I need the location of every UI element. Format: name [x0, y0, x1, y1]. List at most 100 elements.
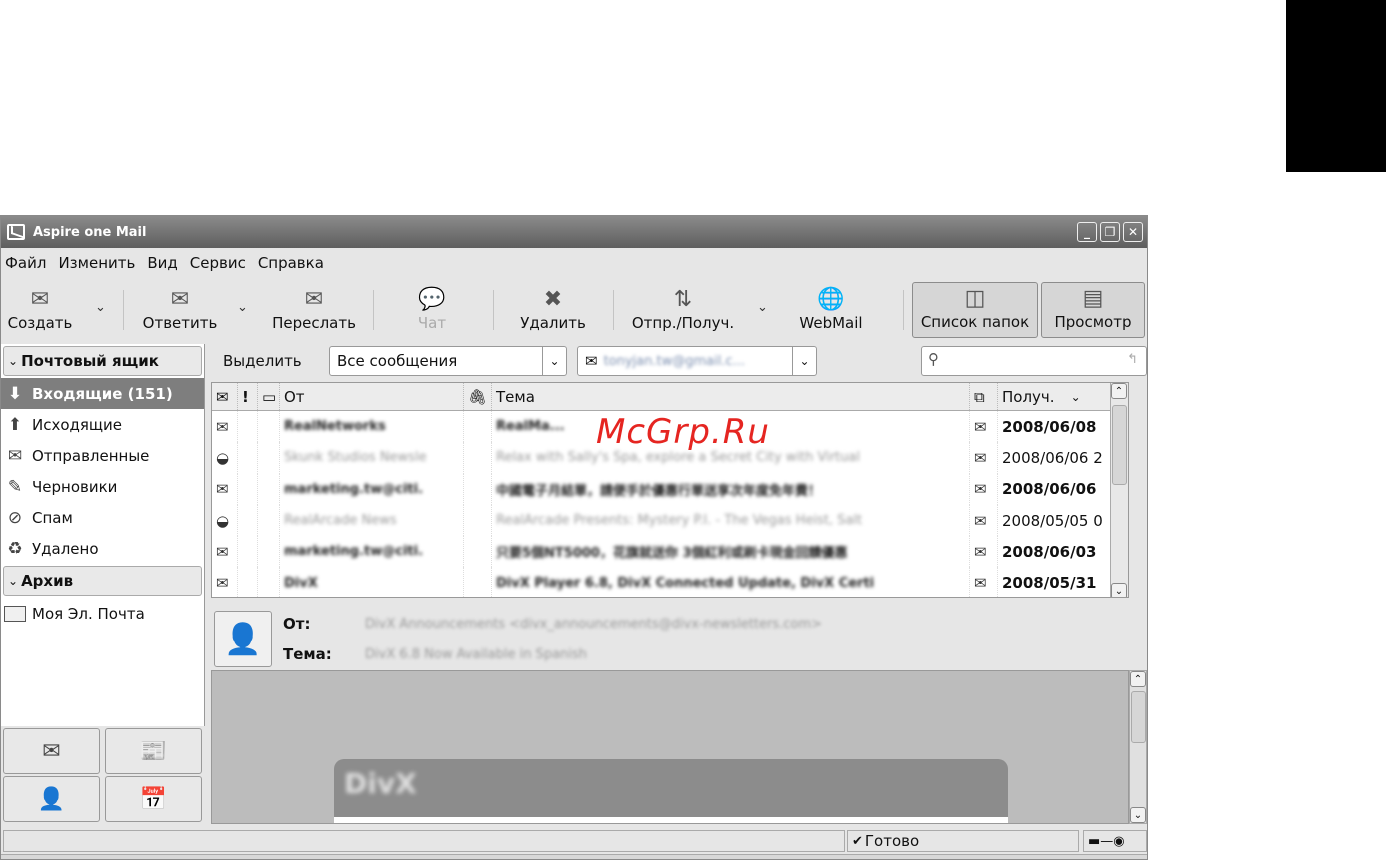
scroll-up-icon[interactable]: ⌃ — [1130, 671, 1146, 687]
restore-icon[interactable]: ❐ — [1100, 222, 1120, 242]
send-receive-dropdown-icon[interactable]: ⌄ — [757, 300, 768, 315]
outbox-icon: ⬆ — [7, 414, 23, 435]
folder-list-toggle[interactable]: ◫ Список папок — [912, 282, 1038, 338]
unread-envelope-icon: ✉ — [216, 542, 229, 561]
chat-icon: 💬 — [418, 287, 446, 312]
menu-tools[interactable]: Сервис — [190, 254, 246, 272]
priority-cell — [238, 442, 258, 474]
folder-icon — [4, 605, 26, 622]
status-bar: ✔ Готово ▬—◉ — [1, 828, 1147, 854]
close-icon[interactable]: ✕ — [1123, 222, 1143, 242]
create-button[interactable]: ✉ Создать — [5, 282, 75, 338]
unread-envelope-icon: ✉ — [216, 574, 229, 593]
create-dropdown-icon[interactable]: ⌄ — [95, 300, 106, 315]
clear-search-icon[interactable]: ↰ — [1127, 352, 1138, 367]
read-envelope-icon: ◒ — [216, 448, 230, 467]
menu-bar: Файл Изменить Вид Сервис Справка — [1, 248, 1147, 278]
reply-button[interactable]: ✉ Ответить — [135, 282, 225, 338]
subject-column-header[interactable]: Тема — [492, 383, 970, 410]
envelope-icon: ✉ — [974, 417, 987, 436]
read-column-header[interactable]: ⧉ — [970, 383, 998, 410]
received-column-header[interactable]: Получ. ⌄ — [998, 383, 1112, 410]
menu-view[interactable]: Вид — [147, 254, 177, 272]
black-block — [1286, 0, 1386, 172]
chevron-down-icon: ⌄ — [8, 354, 19, 368]
scroll-thumb[interactable] — [1131, 691, 1146, 743]
comment-cell — [258, 567, 280, 597]
send-receive-button[interactable]: ⇅ Отпр./Получ. — [623, 282, 743, 338]
chat-button[interactable]: 💬 Чат — [407, 282, 457, 338]
scroll-down-icon[interactable]: ⌄ — [1130, 807, 1146, 823]
sender-text: Skunk Studios Newsle — [284, 450, 427, 466]
send-receive-icon: ⇅ — [673, 287, 693, 312]
message-filter-select[interactable]: Все сообщения ⌄ — [329, 346, 567, 376]
table-row[interactable]: ◒ RealArcade News RealArcade Presents: Mys… — [212, 504, 1128, 537]
calendar-module-button[interactable]: 📅 — [105, 776, 202, 822]
add-contact-avatar[interactable]: 👤 — [214, 611, 272, 667]
reply-dropdown-icon[interactable]: ⌄ — [237, 300, 248, 315]
minimize-icon[interactable]: _ — [1077, 222, 1097, 242]
title-bar: Aspire one Mail _ ❐ ✕ — [1, 216, 1147, 248]
comment-cell — [258, 411, 280, 443]
archive-group-header[interactable]: ⌄ Архив — [3, 566, 202, 596]
news-module-button[interactable]: 📰 — [105, 728, 202, 774]
watermark: McGrp.Ru — [596, 412, 770, 452]
subject-value: DivX 6.8 Now Available in Spanish — [365, 647, 587, 662]
menu-edit[interactable]: Изменить — [58, 254, 135, 272]
status-column-header[interactable]: ✉ — [212, 383, 238, 410]
sidebar-item-trash[interactable]: ♻ Удалено — [1, 533, 204, 564]
table-row[interactable]: ✉ marketing.tw@citi. 只要5個NT5000，花旗就送你 3個紅利… — [212, 536, 1128, 568]
scroll-thumb[interactable] — [1112, 405, 1127, 485]
sidebar-item-my-mail[interactable]: Моя Эл. Почта — [1, 598, 204, 629]
preview-toggle[interactable]: ▤ Просмотр — [1041, 282, 1145, 338]
mail-window: Aspire one Mail _ ❐ ✕ Файл Изменить Вид … — [0, 215, 1148, 860]
envelope-icon: ✉ — [216, 387, 229, 406]
select-label: Выделить — [223, 352, 302, 370]
toolbar-separator — [493, 290, 494, 330]
webmail-button[interactable]: 🌐 WebMail — [791, 282, 871, 338]
priority-cell — [238, 567, 258, 597]
delete-icon: ✖ — [543, 287, 563, 312]
sender-text: DivX — [284, 575, 318, 591]
sidebar-item-drafts[interactable]: ✎ Черновики — [1, 471, 204, 502]
sidebar-item-sent[interactable]: ✉ Отправленные — [1, 440, 204, 471]
banner-strip — [334, 817, 1008, 823]
newsletter-banner: DivX — [334, 759, 1008, 823]
priority-column-header[interactable]: ! — [238, 383, 258, 410]
search-input[interactable]: ⚲ ↰ — [921, 346, 1147, 376]
envelope-icon: ✉ — [974, 448, 987, 467]
table-row[interactable]: ✉ marketing.tw@citi. 中國電子月結單，請便手於優惠行單送享次年度… — [212, 473, 1128, 505]
subject-text: 中國電子月結單，請便手於優惠行單送享次年度免年費！ — [496, 483, 822, 499]
sidebar-item-spam[interactable]: ⊘ Спам — [1, 502, 204, 533]
scroll-up-icon[interactable]: ⌃ — [1111, 383, 1127, 399]
read-status-icon: ⧉ — [974, 387, 985, 406]
trash-icon: ♻ — [7, 538, 23, 559]
account-select[interactable]: ✉ tonyjan.tw@gmail.c... ⌄ — [577, 346, 817, 376]
subject-text: RealMa... — [496, 419, 565, 435]
sidebar-item-outbox[interactable]: ⬆ Исходящие — [1, 409, 204, 440]
mail-module-button[interactable]: ✉ — [3, 728, 100, 774]
delete-button[interactable]: ✖ Удалить — [513, 282, 593, 338]
forward-button[interactable]: ✉ Переслать — [265, 282, 363, 338]
received-date: 2008/06/06 — [1002, 480, 1097, 499]
contacts-module-button[interactable]: 👤 — [3, 776, 100, 822]
envelope-icon: ✉ — [585, 352, 598, 370]
connection-cell[interactable]: ▬—◉ — [1083, 830, 1147, 852]
message-list-scrollbar[interactable]: ⌃ ⌄ — [1110, 383, 1128, 597]
spam-icon: ⊘ — [7, 507, 23, 528]
preview-scrollbar[interactable]: ⌃ ⌄ — [1129, 670, 1147, 824]
sender-text: RealNetworks — [284, 419, 386, 435]
menu-file[interactable]: Файл — [5, 254, 46, 272]
table-row[interactable]: ✉ DivX DivX Player 6.8, DivX Connected Upd… — [212, 567, 1128, 597]
scroll-down-icon[interactable]: ⌄ — [1111, 583, 1127, 597]
subject-label: Тема: — [283, 645, 332, 663]
mailbox-group-header[interactable]: ⌄ Почтовый ящик — [3, 346, 202, 376]
attachment-cell — [464, 442, 492, 474]
comment-cell — [258, 504, 280, 537]
from-column-header[interactable]: От — [280, 383, 464, 410]
unread-envelope-icon: ✉ — [216, 480, 229, 499]
sidebar-item-inbox[interactable]: ⬇ Входящие (151) — [1, 378, 204, 409]
menu-help[interactable]: Справка — [258, 254, 324, 272]
comment-column-header[interactable]: ▭ — [258, 383, 280, 410]
attachment-column-header[interactable]: 🖇 — [464, 383, 492, 410]
